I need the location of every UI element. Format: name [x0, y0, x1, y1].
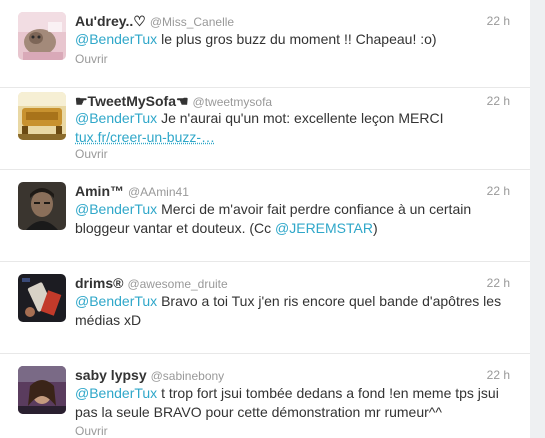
user-handle[interactable]: @sabinebony [151, 369, 225, 383]
user-name[interactable]: Au'drey..♡ [75, 13, 146, 29]
avatar[interactable] [18, 274, 66, 322]
user-handle[interactable]: @tweetmysofa [193, 95, 273, 109]
tweet-text: @BenderTux Bravo a toi Tux j'en ris enco… [75, 292, 515, 330]
mention-link[interactable]: @JEREMSTAR [275, 220, 373, 236]
tweet-item[interactable]: ☛TweetMySofa☚ @tweetmysofa 22 h @BenderTu… [0, 82, 530, 170]
timestamp[interactable]: 22 h [487, 274, 510, 292]
user-handle[interactable]: @AAmin41 [128, 185, 189, 199]
tweet-item[interactable]: saby lypsy @sabinebony 22 h @BenderTux t … [0, 354, 530, 438]
avatar[interactable] [18, 182, 66, 230]
user-name[interactable]: Amin™ [75, 183, 124, 199]
timestamp[interactable]: 22 h [487, 182, 510, 200]
mention-link[interactable]: @BenderTux [75, 110, 157, 126]
open-link[interactable]: Ouvrir [75, 52, 108, 66]
mention-link[interactable]: @BenderTux [75, 293, 157, 309]
user-name[interactable]: ☛TweetMySofa☚ [75, 93, 189, 109]
open-link[interactable]: Ouvrir [75, 147, 108, 161]
tweet-text: @BenderTux Je n'aurai qu'un mot: excelle… [75, 109, 515, 147]
user-name[interactable]: drims® [75, 275, 123, 291]
user-handle[interactable]: @awesome_druite [127, 277, 227, 291]
tweet-text: @BenderTux le plus gros buzz du moment !… [75, 30, 515, 49]
user-handle[interactable]: @Miss_Canelle [150, 15, 234, 29]
timestamp[interactable]: 22 h [487, 366, 510, 384]
background-strip [530, 0, 545, 438]
tweet-body: Je n'aurai qu'un mot: excellente leçon M… [157, 110, 444, 126]
tweet-text: @BenderTux Merci de m'avoir fait perdre … [75, 200, 515, 238]
avatar[interactable] [18, 12, 66, 60]
avatar[interactable] [18, 92, 66, 140]
tweet-feed: Au'drey..♡ @Miss_Canelle 22 h @BenderTux … [0, 0, 530, 438]
tweet-body-end: ) [372, 220, 378, 236]
tweet-item[interactable]: Amin™ @AAmin41 22 h @BenderTux Merci de m… [0, 170, 530, 262]
tweet-item[interactable]: Au'drey..♡ @Miss_Canelle 22 h @BenderTux … [0, 0, 530, 88]
timestamp[interactable]: 22 h [487, 12, 510, 30]
tweet-item[interactable]: drims® @awesome_druite 22 h @BenderTux Br… [0, 262, 530, 354]
mention-link[interactable]: @BenderTux [75, 31, 157, 47]
tweet-text: @BenderTux t trop fort jsui tombée dedan… [75, 384, 515, 422]
open-link[interactable]: Ouvrir [75, 424, 108, 438]
timestamp[interactable]: 22 h [487, 92, 510, 110]
url-link[interactable]: tux.fr/creer-un-buzz-… [75, 129, 215, 145]
mention-link[interactable]: @BenderTux [75, 201, 157, 217]
user-name[interactable]: saby lypsy [75, 367, 147, 383]
avatar[interactable] [18, 366, 66, 414]
tweet-body: le plus gros buzz du moment !! Chapeau! … [157, 31, 437, 47]
mention-link[interactable]: @BenderTux [75, 385, 157, 401]
